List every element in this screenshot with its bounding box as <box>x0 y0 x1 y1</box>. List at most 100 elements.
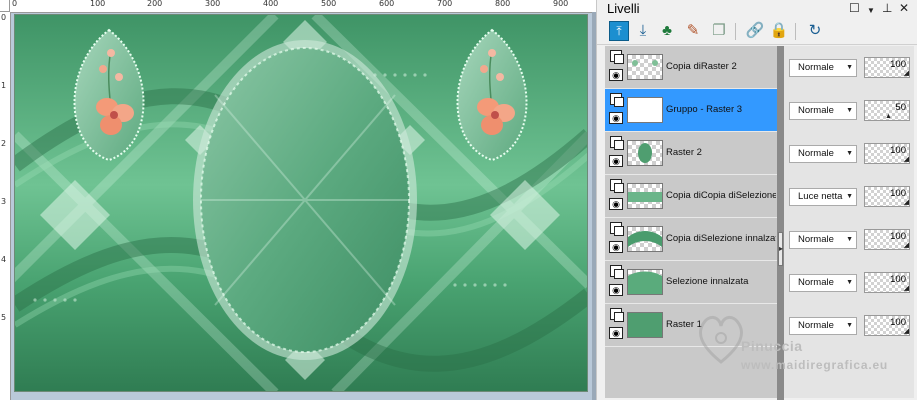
lock-icon[interactable]: 🔒 <box>769 21 789 41</box>
layer-name: Raster 2 <box>666 147 702 158</box>
watermark-site: www.maidiregrafica.eu <box>741 358 889 372</box>
layer-name: Copia diSelezione innalzata <box>666 233 776 244</box>
layer-row[interactable]: ◉ Selezione innalzata <box>605 261 777 304</box>
layer-row[interactable]: ◉ Raster 2 <box>605 132 777 175</box>
blend-mode-value: Normale <box>798 277 834 288</box>
blend-mode-value: Luce netta <box>798 191 843 202</box>
ruler-top-label: 600 <box>379 0 395 8</box>
blend-mode-value: Normale <box>798 148 834 159</box>
layer-properties-row: Luce netta ▼ 100 ◢ <box>784 175 914 218</box>
slider-thumb-icon[interactable]: ◢ <box>904 199 909 206</box>
layer-thumbnail <box>627 97 663 123</box>
slider-thumb-icon[interactable]: ◢ <box>904 242 909 249</box>
eye-icon[interactable]: ◉ <box>609 284 623 296</box>
ruler-top-label: 800 <box>495 0 511 8</box>
layers-toolbar: ⤒ ⤓ ♣ ✎ ❐ 🔗 🔒 ↻ <box>597 18 917 45</box>
opacity-slider[interactable]: 50 ▲ <box>864 100 910 121</box>
chevron-down-icon[interactable]: ▼ <box>867 4 875 18</box>
blend-mode-select[interactable]: Normale ▼ <box>789 231 857 249</box>
raster-layer-icon <box>610 222 624 236</box>
watermark-heart-icon <box>698 316 744 364</box>
ruler-left-label: 2 <box>1 139 7 148</box>
opacity-slider[interactable]: 100 ◢ <box>864 229 910 250</box>
slider-thumb-icon[interactable]: ◢ <box>904 156 909 163</box>
layer-properties-row: Normale ▼ 50 ▲ <box>784 89 914 132</box>
watermark: Pinuccia www.maidiregrafica.eu <box>697 300 902 388</box>
layer-thumbnail <box>627 269 663 295</box>
opacity-value: 100 <box>890 231 906 242</box>
ruler-top-label: 400 <box>263 0 279 8</box>
ruler-top-label: 300 <box>205 0 221 8</box>
layer-properties-row: Normale ▼ 100 ◢ <box>784 132 914 175</box>
move-layer-up-icon[interactable]: ⤒ <box>609 21 629 41</box>
eye-icon[interactable]: ◉ <box>609 69 623 81</box>
dropdown-arrow-icon: ▼ <box>846 279 853 286</box>
edit-icon[interactable]: ✎ <box>683 21 703 41</box>
layer-row[interactable]: ◉ Copia diCopia diSelezione in <box>605 175 777 218</box>
ruler-left-label: 0 <box>1 13 7 22</box>
move-layer-down-icon[interactable]: ⤓ <box>633 21 653 41</box>
canvas-area[interactable]: 0 100 200 300 400 500 600 700 800 900 0 … <box>0 0 596 400</box>
panel-title: Livelli <box>607 1 640 16</box>
blend-mode-select[interactable]: Normale ▼ <box>789 145 857 163</box>
slider-thumb-icon[interactable]: ▲ <box>885 113 892 120</box>
layer-name: Selezione innalzata <box>666 276 749 287</box>
opacity-slider[interactable]: 100 ◢ <box>864 186 910 207</box>
toolbar-divider <box>735 23 736 40</box>
ruler-top-label: 100 <box>90 0 106 8</box>
opacity-value: 100 <box>890 59 906 70</box>
layer-thumbnail <box>627 140 663 166</box>
opacity-slider[interactable]: 100 ◢ <box>864 272 910 293</box>
raster-layer-icon <box>610 179 624 193</box>
close-icon[interactable]: ✕ <box>899 1 909 15</box>
layer-properties-row: Normale ▼ 100 ◢ <box>784 218 914 261</box>
raster-layer-icon <box>610 136 624 150</box>
slider-thumb-icon[interactable]: ◢ <box>904 328 909 335</box>
eye-icon[interactable]: ◉ <box>609 198 623 210</box>
dropdown-arrow-icon: ▼ <box>846 64 853 71</box>
ruler-left: 0 1 2 3 4 5 <box>0 12 11 400</box>
opacity-value: 100 <box>890 274 906 285</box>
slider-thumb-icon[interactable]: ◢ <box>904 70 909 77</box>
layer-row[interactable]: ◉ Copia diSelezione innalzata <box>605 218 777 261</box>
layer-thumbnail <box>627 183 663 209</box>
blend-mode-select[interactable]: Normale ▼ <box>789 102 857 120</box>
layer-properties-row: Normale ▼ 100 ◢ <box>784 46 914 89</box>
layer-row[interactable]: ◉ Copia diRaster 2 <box>605 46 777 89</box>
thumbnail-art <box>628 192 662 202</box>
eye-icon[interactable]: ◉ <box>609 112 623 124</box>
ruler-top-label: 700 <box>437 0 453 8</box>
eye-icon[interactable]: ◉ <box>609 155 623 167</box>
blend-mode-select[interactable]: Normale ▼ <box>789 274 857 292</box>
new-layer-icon[interactable]: ♣ <box>657 21 677 41</box>
blend-mode-value: Normale <box>798 105 834 116</box>
raster-layer-icon <box>610 265 624 279</box>
opacity-value: 50 <box>895 102 906 113</box>
ruler-left-label: 3 <box>1 197 7 206</box>
layer-name: Copia diRaster 2 <box>666 61 737 72</box>
refresh-icon[interactable]: ↻ <box>805 21 825 41</box>
maximize-icon[interactable]: ☐ <box>849 1 860 15</box>
eye-icon[interactable]: ◉ <box>609 327 623 339</box>
layer-thumbnail <box>627 54 663 80</box>
panel-titlebar[interactable]: Livelli ☐ ▼ ⊥ ✕ <box>597 0 917 18</box>
image-canvas[interactable] <box>14 14 588 392</box>
splitter-handle[interactable]: ▸ <box>778 232 783 266</box>
blend-mode-select[interactable]: Normale ▼ <box>789 59 857 77</box>
ruler-left-label: 5 <box>1 313 7 322</box>
link-icon[interactable]: 🔗 <box>745 21 765 41</box>
opacity-slider[interactable]: 100 ◢ <box>864 57 910 78</box>
blend-mode-select[interactable]: Luce netta ▼ <box>789 188 857 206</box>
duplicate-icon[interactable]: ❐ <box>709 21 729 41</box>
layer-properties-row: Normale ▼ 100 ◢ <box>784 261 914 304</box>
opacity-slider[interactable]: 100 ◢ <box>864 143 910 164</box>
layer-name: Gruppo - Raster 3 <box>666 104 743 115</box>
watermark-name: Pinuccia <box>741 338 803 354</box>
raster-layer-icon <box>610 308 624 322</box>
slider-thumb-icon[interactable]: ◢ <box>904 285 909 292</box>
ruler-left-label: 1 <box>1 81 7 90</box>
pin-icon[interactable]: ⊥ <box>882 1 892 15</box>
eye-icon[interactable]: ◉ <box>609 241 623 253</box>
layer-row-selected[interactable]: ◉ Gruppo - Raster 3 <box>605 89 777 132</box>
blend-mode-value: Normale <box>798 62 834 73</box>
